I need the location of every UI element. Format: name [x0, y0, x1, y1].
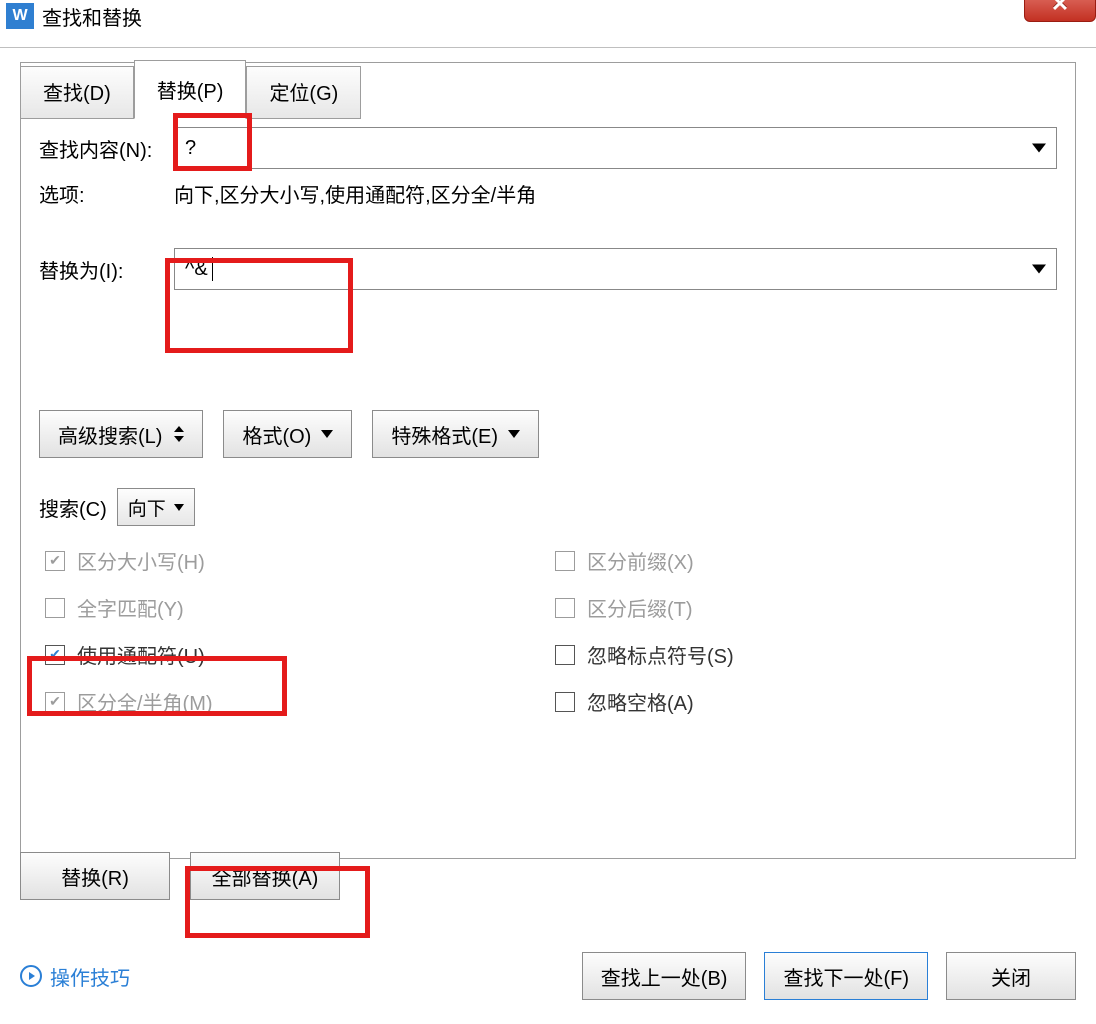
checkbox-item: 区分大小写(H): [45, 546, 525, 575]
app-icon: W: [6, 3, 34, 29]
close-button[interactable]: 关闭: [946, 952, 1076, 1000]
checkbox-icon: [45, 598, 65, 618]
tab-replace[interactable]: 替换(P): [134, 60, 247, 119]
checkbox-item: 区分前缀(X): [555, 546, 734, 575]
close-icon: ✕: [1051, 0, 1069, 17]
chevron-down-icon: [321, 430, 333, 438]
checkbox-item[interactable]: 忽略空格(A): [555, 687, 734, 716]
options-label: 选项:: [39, 179, 174, 208]
checkbox-label: 区分大小写(H): [77, 546, 205, 575]
checkbox-icon: [555, 551, 575, 571]
find-prev-button[interactable]: 查找上一处(B): [582, 952, 747, 1000]
checkbox-label: 忽略空格(A): [587, 687, 694, 716]
tips-link[interactable]: 操作技巧: [20, 962, 130, 991]
checkbox-label: 使用通配符(U): [77, 640, 205, 669]
replace-all-button[interactable]: 全部替换(A): [190, 852, 340, 900]
chevron-down-icon: [508, 430, 520, 438]
find-next-button[interactable]: 查找下一处(F): [764, 952, 928, 1000]
sort-icon: [174, 426, 184, 442]
checkbox-icon: [555, 692, 575, 712]
replace-input[interactable]: ^&: [174, 248, 1057, 290]
checkbox-icon: [555, 645, 575, 665]
find-input-value: ?: [185, 137, 196, 160]
checkbox-label: 全字匹配(Y): [77, 593, 184, 622]
search-direction-select[interactable]: 向下: [117, 488, 195, 526]
search-direction-label: 搜索(C): [39, 493, 107, 522]
window-close-button[interactable]: ✕: [1024, 0, 1096, 22]
checkbox-item: 区分全/半角(M): [45, 687, 525, 716]
advanced-search-button[interactable]: 高级搜索(L): [39, 410, 203, 458]
checkbox-icon: [555, 598, 575, 618]
tab-bar: 查找(D) 替换(P) 定位(G): [20, 60, 361, 119]
find-input[interactable]: ?: [174, 127, 1057, 169]
chevron-down-icon: [1032, 265, 1046, 274]
checkbox-label: 区分后缀(T): [587, 593, 693, 622]
options-text: 向下,区分大小写,使用通配符,区分全/半角: [174, 179, 536, 208]
checkbox-label: 区分前缀(X): [587, 546, 694, 575]
chevron-down-icon: [174, 504, 184, 511]
checkbox-item[interactable]: 忽略标点符号(S): [555, 640, 734, 669]
checkbox-item[interactable]: 使用通配符(U): [45, 640, 525, 669]
tab-find[interactable]: 查找(D): [20, 66, 134, 119]
replace-input-value: ^&: [185, 258, 208, 281]
checkbox-icon: [45, 692, 65, 712]
format-button[interactable]: 格式(O): [223, 410, 352, 458]
chevron-down-icon: [1032, 144, 1046, 153]
replace-button[interactable]: 替换(R): [20, 852, 170, 900]
play-icon: [20, 965, 42, 987]
checkbox-icon: [45, 645, 65, 665]
replace-label: 替换为(I):: [39, 255, 174, 284]
checkbox-label: 忽略标点符号(S): [587, 640, 734, 669]
special-format-button[interactable]: 特殊格式(E): [372, 410, 539, 458]
tab-goto[interactable]: 定位(G): [246, 66, 361, 119]
checkbox-label: 区分全/半角(M): [77, 687, 213, 716]
checkbox-item: 区分后缀(T): [555, 593, 734, 622]
checkbox-item: 全字匹配(Y): [45, 593, 525, 622]
checkbox-icon: [45, 551, 65, 571]
window-title: 查找和替换: [42, 2, 142, 31]
find-label: 查找内容(N):: [39, 134, 174, 163]
main-panel: 查找内容(N): ? 选项: 向下,区分大小写,使用通配符,区分全/半角 替换为…: [20, 62, 1076, 859]
